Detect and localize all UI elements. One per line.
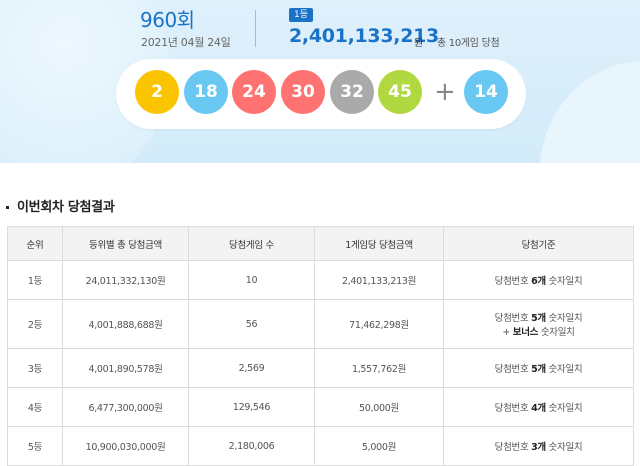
prize-unit: 원 bbox=[414, 38, 424, 49]
number-ball: 32 bbox=[330, 70, 374, 114]
per-game-amount-cell: 5,000원 bbox=[314, 426, 444, 466]
divider bbox=[255, 10, 256, 47]
criteria-cell: 당첨번호 5개 숫자일치 bbox=[443, 348, 634, 388]
total-amount-cell: 4,001,888,688원 bbox=[62, 299, 189, 349]
column-header: 당첨기준 bbox=[443, 226, 634, 261]
criteria-cell: 당첨번호 3개 숫자일치 bbox=[443, 426, 634, 466]
draw-round: 960회 bbox=[140, 8, 195, 32]
winning-games-cell: 56 bbox=[188, 299, 315, 349]
per-game-amount-cell: 71,462,298원 bbox=[314, 299, 444, 349]
plus-icon: + bbox=[434, 77, 456, 107]
total-amount-cell: 4,001,890,578원 bbox=[62, 348, 189, 388]
rank-cell: 3등 bbox=[7, 348, 63, 388]
draw-date: 2021년 04월 24일 bbox=[141, 36, 231, 49]
winning-games-cell: 129,546 bbox=[188, 387, 315, 427]
total-amount-cell: 10,900,030,000원 bbox=[62, 426, 189, 466]
number-ball: 18 bbox=[184, 70, 228, 114]
rank-badge: 1등 bbox=[289, 8, 313, 22]
rank-cell: 5등 bbox=[7, 426, 63, 466]
column-header: 순위 bbox=[7, 226, 63, 261]
column-header: 등위별 총 당첨금액 bbox=[62, 226, 189, 261]
number-ball: 24 bbox=[232, 70, 276, 114]
per-game-amount-cell: 50,000원 bbox=[314, 387, 444, 427]
criteria-text: 당첨번호 4개 숫자일치 bbox=[494, 403, 583, 414]
per-game-amount-cell: 2,401,133,213원 bbox=[314, 260, 444, 300]
section-title: 이번회차 당첨결과 bbox=[6, 196, 115, 215]
per-game-amount-cell: 1,557,762원 bbox=[314, 348, 444, 388]
criteria-bonus-text: + 보너스 숫자일치 bbox=[502, 327, 575, 338]
winning-games-cell: 2,180,006 bbox=[188, 426, 315, 466]
criteria-text: 당첨번호 6개 숫자일치 bbox=[494, 276, 583, 287]
winning-games-cell: 10 bbox=[188, 260, 315, 300]
rank-cell: 1등 bbox=[7, 260, 63, 300]
table-row: 1등 24,011,332,130원 10 2,401,133,213원 당첨번호 6개… bbox=[7, 260, 634, 300]
section-title-text: 이번회차 당첨결과 bbox=[17, 200, 115, 215]
table-row: 5등 10,900,030,000원 2,180,006 5,000원 당첨번호 3개 … bbox=[7, 426, 634, 466]
rank-cell: 2등 bbox=[7, 299, 63, 349]
criteria-cell: 당첨번호 4개 숫자일치 bbox=[443, 387, 634, 427]
winner-count: 총 10게임 당첨 bbox=[437, 38, 500, 49]
results-table: 순위 등위별 총 당첨금액 당첨게임 수 1게임당 당첨금액 당첨기준 1등 24… bbox=[7, 226, 634, 466]
table-row: 4등 6,477,300,000원 129,546 50,000원 당첨번호 4개 숫자… bbox=[7, 387, 634, 427]
criteria-text: 당첨번호 3개 숫자일치 bbox=[494, 442, 583, 453]
table-row: 3등 4,001,890,578원 2,569 1,557,762원 당첨번호 5개 숫… bbox=[7, 348, 634, 388]
winning-games-cell: 2,569 bbox=[188, 348, 315, 388]
total-amount-cell: 6,477,300,000원 bbox=[62, 387, 189, 427]
decorative-circle bbox=[540, 60, 640, 163]
total-amount-cell: 24,011,332,130원 bbox=[62, 260, 189, 300]
bullet-icon bbox=[6, 206, 9, 209]
criteria-cell: 당첨번호 5개 숫자일치 + 보너스 숫자일치 bbox=[443, 299, 634, 349]
column-header: 당첨게임 수 bbox=[188, 226, 315, 261]
rank-cell: 4등 bbox=[7, 387, 63, 427]
number-ball: 2 bbox=[135, 70, 179, 114]
table-row: 2등 4,001,888,688원 56 71,462,298원 당첨번호 5개 숫자일… bbox=[7, 299, 634, 349]
column-header: 1게임당 당첨금액 bbox=[314, 226, 444, 261]
criteria-text: 당첨번호 5개 숫자일치 bbox=[494, 364, 583, 375]
criteria-text: 당첨번호 5개 숫자일치 bbox=[494, 313, 583, 324]
bonus-ball: 14 bbox=[464, 70, 508, 114]
number-ball: 45 bbox=[378, 70, 422, 114]
number-ball: 30 bbox=[281, 70, 325, 114]
table-header-row: 순위 등위별 총 당첨금액 당첨게임 수 1게임당 당첨금액 당첨기준 bbox=[7, 226, 634, 261]
criteria-cell: 당첨번호 6개 숫자일치 bbox=[443, 260, 634, 300]
